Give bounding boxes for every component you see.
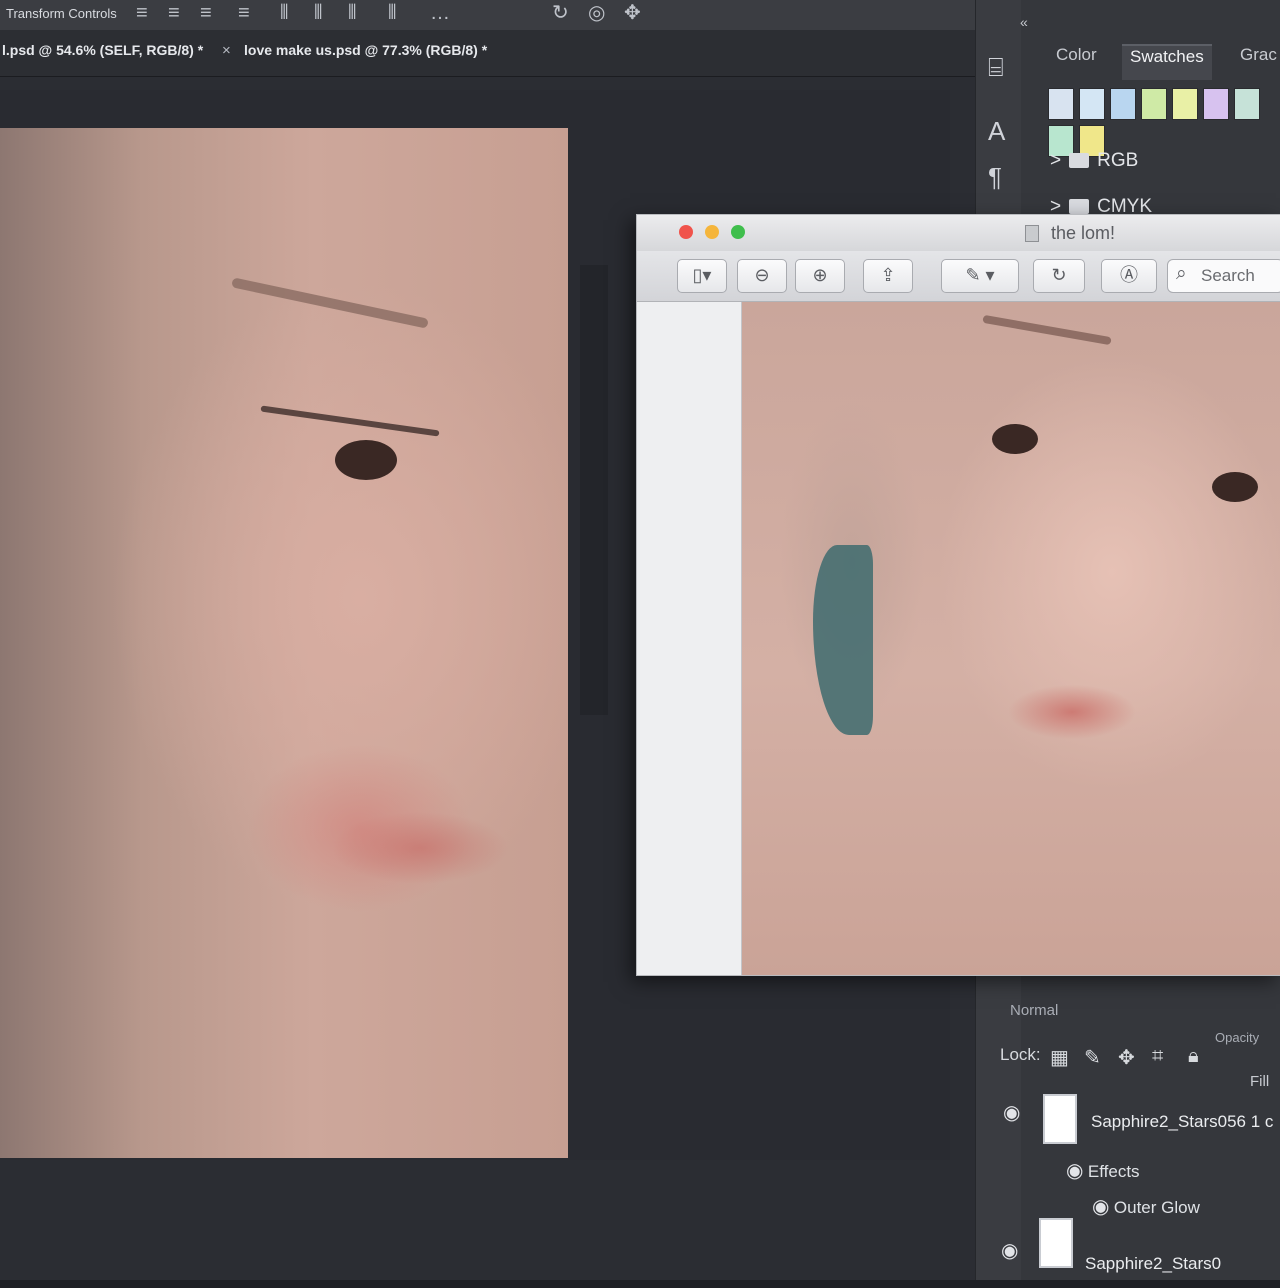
visibility-eye-icon[interactable]: ◉ (1003, 1100, 1020, 1125)
effects-row[interactable]: ◉ Effects (1066, 1158, 1140, 1183)
lock-transparent-icon[interactable]: ▦ (1050, 1045, 1069, 1070)
fill-label: Fill (1250, 1073, 1270, 1090)
markup-button[interactable]: ✎ ▾ (941, 259, 1019, 293)
lock-paint-icon[interactable]: ✎ (1084, 1045, 1101, 1070)
more-options-icon[interactable]: … (430, 2, 450, 24)
photo-eyebrow (231, 277, 429, 329)
color-swatch[interactable] (1079, 88, 1105, 120)
align-center-icon[interactable]: ≡ (168, 2, 180, 24)
align-left-icon[interactable]: ≡ (136, 2, 148, 24)
effect-outer-glow-row[interactable]: ◉ Outer Glow (1092, 1194, 1200, 1219)
swatch-row (1048, 88, 1280, 157)
distribute-vertical-icon[interactable]: ⫴ (388, 2, 396, 24)
search-icon: ⌕ (1176, 263, 1187, 284)
color-swatch[interactable] (1203, 88, 1229, 120)
layer-row[interactable]: ◉ Sapphire2_Stars056 1 c (995, 1092, 1280, 1162)
tab-swatches[interactable]: Swatches (1122, 44, 1212, 80)
layer-thumbnail (1043, 1094, 1077, 1144)
zoom-out-button[interactable]: ⊖ (737, 259, 787, 293)
share-button[interactable]: ⇪ (863, 259, 913, 293)
color-swatch[interactable] (1141, 88, 1167, 120)
effects-label: Effects (1087, 1162, 1140, 1181)
transform-controls-label[interactable]: Transform Controls (6, 6, 117, 21)
photo-eye (335, 440, 397, 480)
document-tab-2[interactable]: love make us.psd @ 77.3% (RGB/8) * (244, 42, 487, 58)
tab-color[interactable]: Color (1048, 44, 1105, 78)
folder-icon (1069, 153, 1090, 169)
canvas-photo[interactable] (0, 128, 568, 1158)
sidebar-toggle-button[interactable]: ▯▾ (677, 259, 727, 293)
visibility-eye-icon[interactable]: ◉ (1001, 1238, 1018, 1263)
collapse-panels-icon[interactable]: « (1020, 14, 1028, 30)
search-placeholder: Search (1201, 266, 1255, 285)
blend-mode-select[interactable]: Normal (1010, 1002, 1058, 1019)
photo-eye (992, 424, 1038, 454)
photo-eyeliner (260, 405, 440, 437)
3d-rotate-icon[interactable]: ↻ (552, 2, 569, 24)
rotate-button[interactable]: ↻ (1033, 259, 1085, 293)
paragraph-icon[interactable]: ¶ (988, 162, 1002, 193)
3d-roll-icon[interactable]: ◎ (588, 2, 605, 24)
color-swatch[interactable] (1172, 88, 1198, 120)
photo-eye (1212, 472, 1258, 502)
lock-artboard-icon[interactable]: ⌗ (1152, 1045, 1163, 1068)
character-icon[interactable]: A (988, 116, 1005, 147)
distribute-icon[interactable]: ≡ (238, 2, 250, 24)
folder-icon (1069, 199, 1090, 215)
window-title: the lom! (1051, 223, 1116, 243)
preview-window[interactable]: the lom! ▯▾ ⊖ ⊕ ⇪ ✎ ▾ ↻ Ⓐ ⌕ Search (636, 214, 1280, 976)
preview-titlebar[interactable]: the lom! (637, 215, 1280, 251)
color-swatch[interactable] (1234, 88, 1260, 120)
preview-toolbar: ▯▾ ⊖ ⊕ ⇪ ✎ ▾ ↻ Ⓐ ⌕ Search (637, 251, 1280, 302)
folder-label: RGB (1097, 150, 1139, 171)
lock-all-icon[interactable]: 🔒︎ (1188, 1045, 1199, 1068)
layer-row[interactable]: ◉ Sapphire2_Stars0 (995, 1218, 1280, 1288)
opacity-label: Opacity (1215, 1030, 1260, 1045)
layer-name[interactable]: Sapphire2_Stars0 (1085, 1254, 1221, 1274)
document-tab-bar: l.psd @ 54.6% (SELF, RGB/8) * × love mak… (0, 30, 975, 77)
align-middle-icon[interactable]: ⫴ (314, 2, 322, 24)
visibility-eye-icon[interactable]: ◉ (1092, 1196, 1109, 1218)
layer-name[interactable]: Sapphire2_Stars056 1 c (1091, 1112, 1273, 1132)
layer-thumbnail (1039, 1218, 1073, 1268)
window-maximize-button[interactable] (731, 225, 745, 239)
document-icon (1025, 225, 1039, 242)
preview-sidebar[interactable] (637, 302, 742, 975)
photo-eyebrow (982, 314, 1112, 346)
color-swatch[interactable] (1048, 88, 1074, 120)
3d-pan-icon[interactable]: ✥ (624, 2, 641, 24)
swatch-folder-rgb[interactable]: > RGB (1050, 150, 1138, 172)
align-top-icon[interactable]: ⫴ (280, 2, 288, 24)
search-field[interactable]: ⌕ Search (1167, 259, 1280, 293)
lock-label: Lock: (1000, 1045, 1041, 1064)
annotate-button[interactable]: Ⓐ (1101, 259, 1157, 293)
zoom-in-button[interactable]: ⊕ (795, 259, 845, 293)
color-swatch[interactable] (1110, 88, 1136, 120)
visibility-eye-icon[interactable]: ◉ (1066, 1160, 1083, 1182)
tab-close-icon[interactable]: × (222, 42, 231, 59)
chevron-right-icon[interactable]: > (1050, 150, 1061, 171)
align-right-icon[interactable]: ≡ (200, 2, 212, 24)
document-tab-1[interactable]: l.psd @ 54.6% (SELF, RGB/8) * (2, 42, 203, 58)
history-icon[interactable]: ⌸ (988, 52, 1004, 84)
window-minimize-button[interactable] (705, 225, 719, 239)
window-close-button[interactable] (679, 225, 693, 239)
canvas-shadow-strip (580, 265, 608, 715)
lock-position-icon[interactable]: ✥ (1118, 1045, 1135, 1070)
effect-name: Outer Glow (1113, 1198, 1200, 1217)
align-bottom-icon[interactable]: ⫴ (348, 2, 356, 24)
tab-gradients[interactable]: Grac (1232, 44, 1280, 78)
